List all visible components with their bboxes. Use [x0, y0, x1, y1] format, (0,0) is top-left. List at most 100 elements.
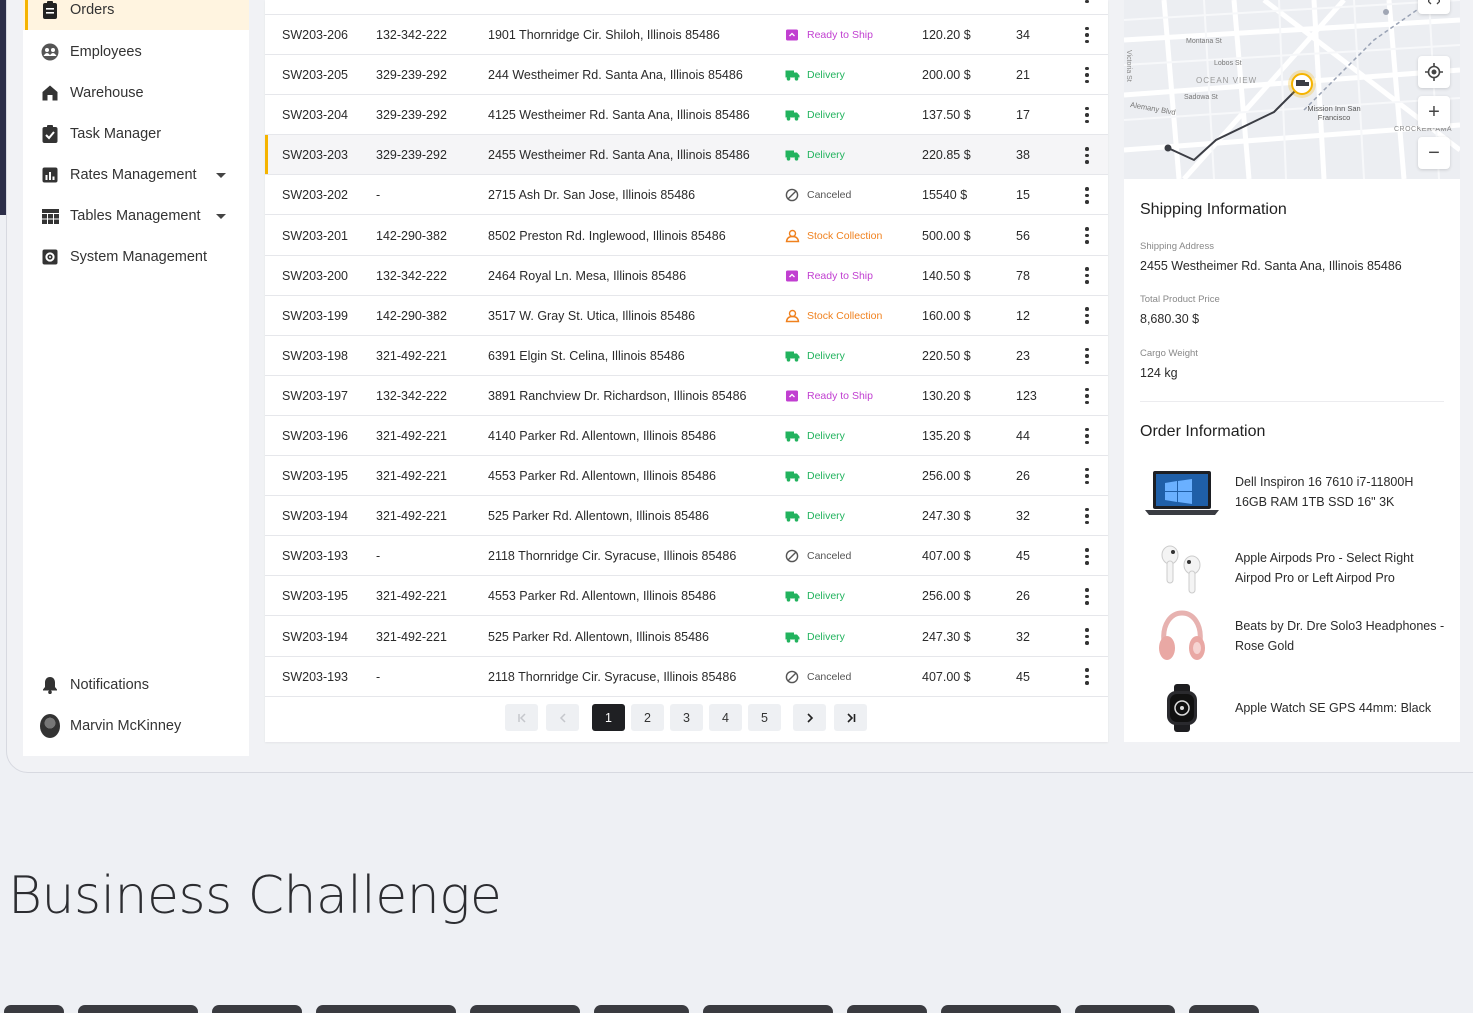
more-icon[interactable] — [1082, 416, 1092, 456]
more-icon[interactable] — [1082, 0, 1092, 4]
more-icon[interactable] — [1082, 336, 1092, 376]
sidebar-item-rates-management[interactable]: Rates Management — [23, 155, 249, 195]
page-button-2[interactable]: 2 — [631, 704, 664, 731]
page-button-1[interactable]: 1 — [592, 704, 625, 731]
more-icon[interactable] — [1082, 296, 1092, 336]
sidebar-item-task-manager[interactable]: Task Manager — [23, 114, 249, 154]
sidebar-item-notifications[interactable]: Notifications — [23, 665, 249, 705]
phone-number: 321-492-221 — [376, 469, 447, 484]
more-icon[interactable] — [1082, 576, 1092, 616]
more-icon[interactable] — [1082, 15, 1092, 55]
phone-number: 329-239-292 — [376, 68, 447, 83]
more-icon[interactable] — [1082, 617, 1092, 657]
table-row[interactable]: SW203-193 - 2118 Thornridge Cir. Syracuse,… — [265, 657, 1108, 697]
more-icon[interactable] — [1082, 95, 1092, 135]
watch-icon — [1144, 678, 1220, 738]
map-label: Victoria St — [1125, 50, 1132, 82]
map-label: Sadowa St — [1184, 94, 1218, 101]
phone-number: - — [376, 669, 381, 684]
map-label: OCEAN VIEW — [1196, 76, 1258, 85]
table-row[interactable]: SW203-195 321-492-221 4553 Parker Rd. Alle… — [265, 456, 1108, 497]
table-row[interactable]: SW203-194 321-492-221 525 Parker Rd. Allen… — [265, 617, 1108, 657]
first-page-button[interactable] — [505, 704, 538, 731]
truck-icon — [785, 471, 800, 482]
table-row[interactable]: SW203-201 142-290-382 8502 Preston Rd. Ing… — [265, 216, 1108, 256]
last-page-button[interactable] — [834, 704, 867, 731]
status-label: Delivery — [807, 109, 845, 122]
status-badge: Delivery — [785, 496, 845, 536]
table-row[interactable]: SW203-202 - 2715 Ash Dr. San Jose, Illinoi… — [265, 175, 1108, 216]
more-icon[interactable] — [1082, 55, 1092, 95]
more-icon[interactable] — [1082, 135, 1092, 175]
product-name: Beats by Dr. Dre Solo3 Headphones - Rose… — [1235, 619, 1445, 653]
user-profile[interactable]: Marvin McKinney — [23, 706, 249, 746]
locate-button[interactable] — [1418, 56, 1450, 88]
table-row[interactable]: SW203-195 321-492-221 4553 Parker Rd. Alle… — [265, 576, 1108, 617]
more-icon[interactable] — [1082, 657, 1092, 697]
table-row[interactable]: SW203-206 132-342-222 1901 Thornridge Cir.… — [265, 15, 1108, 55]
table-row[interactable]: SW203-197 132-342-222 3891 Ranchview Dr. R… — [265, 376, 1108, 416]
address: 2118 Thornridge Cir. Syracuse, Illinois … — [488, 669, 737, 684]
price: 160.00 $ — [922, 308, 971, 323]
price: 15540 $ — [922, 188, 968, 203]
cargo-weight: 124 kg — [1140, 366, 1178, 380]
sidebar-item-system-management[interactable]: System Management — [23, 237, 249, 277]
stock-collection-icon — [785, 229, 800, 242]
status-label: Canceled — [807, 189, 852, 202]
page-button-4[interactable]: 4 — [709, 704, 742, 731]
airpods-icon — [1144, 539, 1220, 599]
table-row[interactable]: SW203-199 142-290-382 3517 W. Gray St. Uti… — [265, 296, 1108, 336]
prev-page-button[interactable] — [546, 704, 579, 731]
chevron-down-icon[interactable] — [216, 213, 226, 219]
phone-number: - — [376, 549, 381, 564]
table-row[interactable]: SW203-193 - 2118 Thornridge Cir. Syracuse,… — [265, 536, 1108, 577]
address: 4125 Westheimer Rd. Santa Ana, Illinois … — [488, 108, 750, 123]
table-row[interactable]: SW203-205 329-239-292 244 Westheimer Rd. S… — [265, 55, 1108, 96]
sidebar-item-label: Task Manager — [70, 126, 162, 142]
chevron-down-icon[interactable] — [216, 172, 226, 178]
zoom-in-button[interactable]: + — [1418, 96, 1450, 128]
more-icon[interactable] — [1082, 456, 1092, 496]
phone-number: 329-239-292 — [376, 108, 447, 123]
status-badge: Delivery — [785, 95, 845, 135]
next-page-button[interactable] — [793, 704, 826, 731]
address: 6391 Elgin St. Celina, Illinois 85486 — [488, 348, 685, 363]
table-row[interactable]: SW203-196 321-492-221 4140 Parker Rd. Alle… — [265, 416, 1108, 456]
more-icon[interactable] — [1082, 175, 1092, 215]
user-name: Marvin McKinney — [70, 718, 182, 734]
expand-icon — [1428, 0, 1440, 5]
sidebar-item-tables-management[interactable]: Tables Management — [23, 196, 249, 236]
page-button-5[interactable]: 5 — [748, 704, 781, 731]
fullscreen-button[interactable] — [1418, 0, 1450, 14]
more-icon[interactable] — [1082, 376, 1092, 416]
table-row[interactable]: SW203-200 132-342-222 2464 Royal Ln. Mesa,… — [265, 256, 1108, 296]
more-icon[interactable] — [1082, 536, 1092, 576]
order-id: SW203-206 — [282, 28, 349, 42]
canceled-icon — [785, 549, 799, 563]
zoom-out-button[interactable]: − — [1418, 137, 1450, 169]
table-row[interactable]: SW203-203 329-239-292 2455 Westheimer Rd. … — [265, 135, 1108, 176]
table-row[interactable]: SW203-194 321-492-221 525 Parker Rd. Allen… — [265, 496, 1108, 537]
more-icon[interactable] — [1082, 496, 1092, 536]
sidebar-item-warehouse[interactable]: Warehouse — [23, 73, 249, 113]
divider — [1140, 401, 1444, 402]
more-icon[interactable] — [1082, 216, 1092, 256]
sidebar-item-orders[interactable]: Orders — [23, 0, 249, 30]
order-id: SW203-205 — [282, 68, 349, 83]
price: 247.30 $ — [922, 629, 971, 644]
sidebar-item-employees[interactable]: Employees — [23, 32, 249, 72]
table-row[interactable]: SW203-204 329-239-292 4125 Westheimer Rd. … — [265, 95, 1108, 136]
price: 130.20 $ — [922, 388, 971, 403]
status-badge: Delivery — [785, 456, 845, 496]
page-button-3[interactable]: 3 — [670, 704, 703, 731]
status-badge: Delivery — [785, 617, 845, 657]
sidebar-item-label: Employees — [70, 44, 142, 60]
status-badge: Delivery — [785, 576, 845, 616]
status-badge: Ready to Ship — [785, 256, 873, 296]
truck-icon — [785, 110, 800, 121]
more-icon[interactable] — [1082, 256, 1092, 296]
table-row[interactable]: SW203-198 321-492-221 6391 Elgin St. Celin… — [265, 336, 1108, 376]
chevron-right-icon — [806, 712, 813, 723]
delivery-map[interactable]: Montana St Lobos St OCEAN VIEW Sadowa St… — [1124, 0, 1460, 179]
order-id: SW203-200 — [282, 268, 349, 283]
